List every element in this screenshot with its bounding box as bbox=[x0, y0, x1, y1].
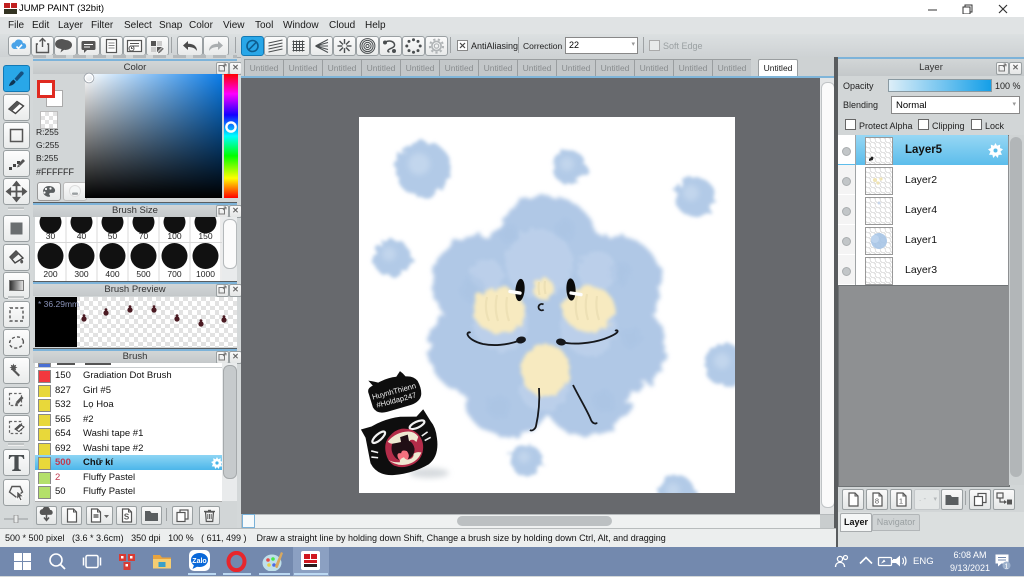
svg-text:1: 1 bbox=[1004, 561, 1008, 570]
svg-text:40: 40 bbox=[77, 231, 87, 241]
svg-text:200: 200 bbox=[43, 269, 57, 279]
svg-text:150: 150 bbox=[198, 231, 212, 241]
svg-text:50: 50 bbox=[108, 231, 118, 241]
svg-text:S: S bbox=[124, 513, 130, 522]
svg-text:500: 500 bbox=[136, 269, 150, 279]
svg-text:700: 700 bbox=[167, 269, 181, 279]
svg-text:300: 300 bbox=[74, 269, 88, 279]
svg-text:70: 70 bbox=[139, 231, 149, 241]
svg-text:8: 8 bbox=[875, 497, 879, 506]
svg-text:Zalo: Zalo bbox=[192, 558, 206, 565]
svg-text:100: 100 bbox=[167, 231, 181, 241]
svg-text:30: 30 bbox=[46, 231, 56, 241]
svg-text:1000: 1000 bbox=[196, 269, 215, 279]
svg-text:400: 400 bbox=[105, 269, 119, 279]
svg-text:1: 1 bbox=[899, 497, 903, 506]
